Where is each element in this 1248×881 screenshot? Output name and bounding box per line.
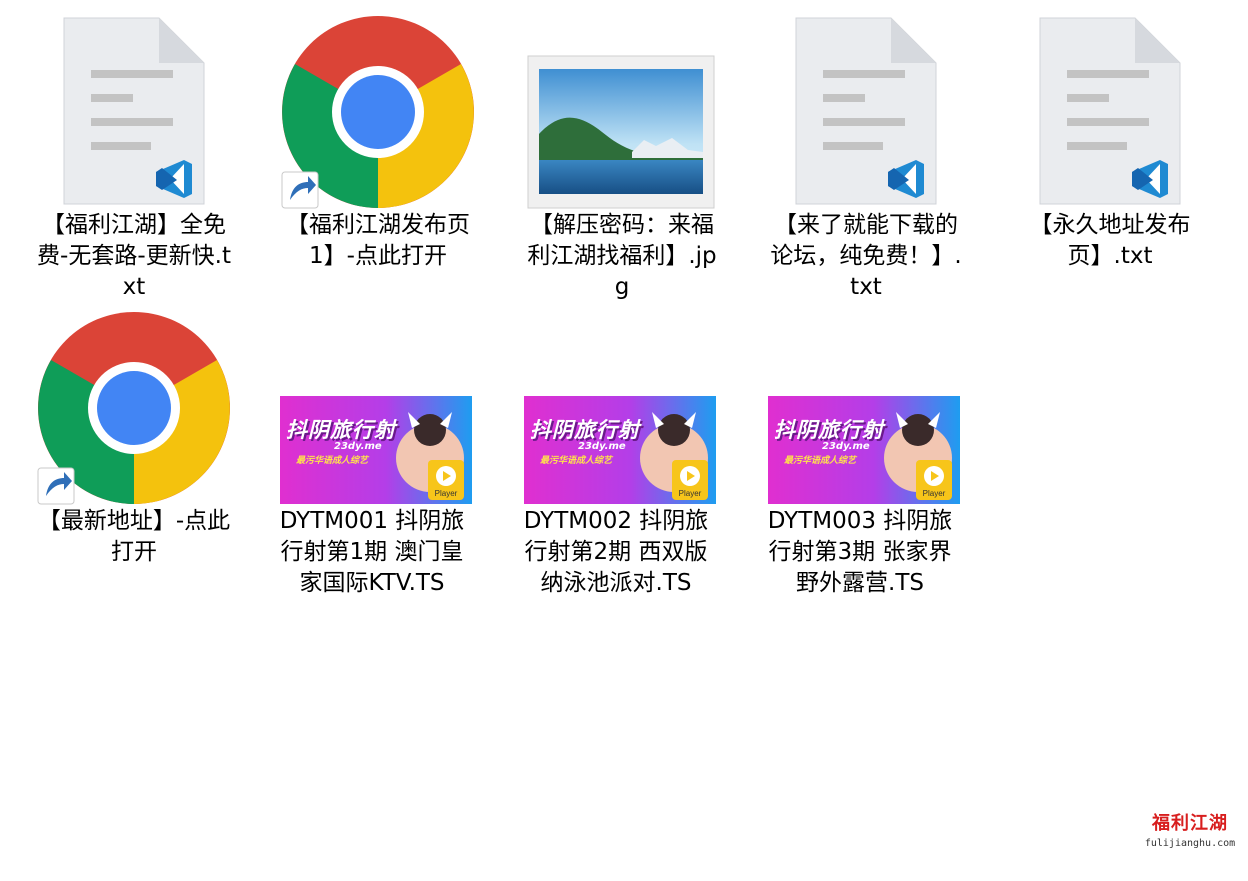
player-badge-label: Player [922, 489, 946, 498]
player-badge-label: Player [434, 489, 458, 498]
file-name: DYTM002 抖阴旅行射第2期 西双版纳泳池派对.TS [523, 508, 709, 596]
thumbnail-tagline: 最污华语成人综艺 [784, 456, 857, 466]
video-thumbnail-icon: 抖阴旅行射 23dy.me 最污华语成人综艺 Player [280, 396, 472, 504]
thumbnail-title: 抖阴旅行射 [286, 418, 396, 442]
file-name: 【福利江湖】全免费-无套路-更新快.txt [37, 212, 231, 300]
thumbnail-domain: 23dy.me [578, 441, 626, 452]
file-name: 【福利江湖发布页1】-点此打开 [286, 212, 470, 269]
file-name: 【来了就能下载的论坛，纯免费！】.txt [770, 212, 962, 300]
player-badge: Player [916, 460, 952, 500]
play-icon [924, 466, 944, 486]
file-name: DYTM003 抖阴旅行射第3期 张家界野外露营.TS [767, 508, 953, 596]
play-icon [436, 466, 456, 486]
play-icon [680, 466, 700, 486]
chrome-shortcut-icon [278, 14, 478, 214]
chrome-shortcut-icon [34, 310, 234, 510]
vscode-text-file-icon [34, 14, 234, 214]
desktop: 【福利江湖】全免费-无套路-更新快.txt 【福利江湖发布页1】-点此打开 【解… [0, 0, 1248, 881]
watermark-url: fulijianghu.com [1144, 838, 1236, 849]
player-badge-label: Player [678, 489, 702, 498]
file-name: 【永久地址发布页】.txt [1029, 212, 1191, 269]
image-file-icon [522, 14, 722, 214]
watermark-logo: 福利江湖 fulijianghu.com [1140, 805, 1240, 861]
thumbnail-tagline: 最污华语成人综艺 [540, 456, 613, 466]
thumbnail-tagline: 最污华语成人综艺 [296, 456, 369, 466]
vscode-text-file-icon [1010, 14, 1210, 214]
player-badge: Player [428, 460, 464, 500]
file-name: 【最新地址】-点此打开 [37, 508, 231, 565]
player-badge: Player [672, 460, 708, 500]
thumbnail-domain: 23dy.me [334, 441, 382, 452]
thumbnail-title: 抖阴旅行射 [530, 418, 640, 442]
video-thumbnail-icon: 抖阴旅行射 23dy.me 最污华语成人综艺 Player [768, 396, 960, 504]
file-name: 【解压密码：来福利江湖找福利】.jpg [527, 212, 717, 300]
thumbnail-domain: 23dy.me [822, 441, 870, 452]
file-name: DYTM001 抖阴旅行射第1期 澳门皇家国际KTV.TS [279, 508, 465, 596]
video-thumbnail-icon: 抖阴旅行射 23dy.me 最污华语成人综艺 Player [524, 396, 716, 504]
thumbnail-title: 抖阴旅行射 [774, 418, 884, 442]
watermark-name: 福利江湖 [1152, 813, 1228, 834]
vscode-text-file-icon [766, 14, 966, 214]
